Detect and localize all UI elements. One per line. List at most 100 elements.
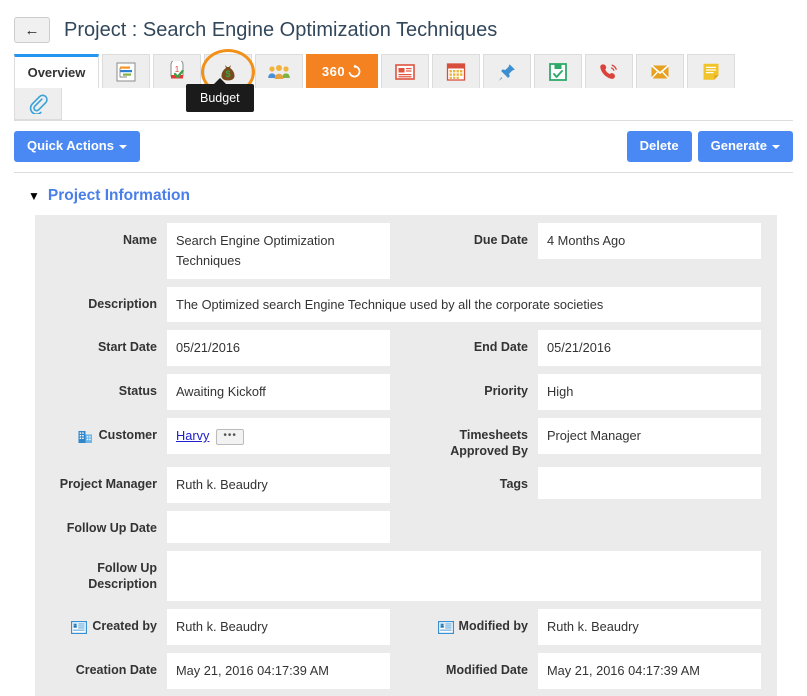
field-name: Name Search Engine Optimization Techniqu…: [35, 222, 406, 279]
tab-calls[interactable]: [585, 54, 633, 88]
chevron-down-icon[interactable]: ▼: [28, 190, 40, 202]
field-status: Status Awaiting Kickoff: [35, 374, 406, 411]
invoice-icon: [394, 62, 416, 82]
field-due-date: Due Date 4 Months Ago: [406, 222, 777, 279]
field-label-due-date: Due Date: [473, 232, 528, 247]
field-creation-date: Creation Date May 21, 2016 04:17:39 AM: [35, 652, 406, 689]
field-value-customer: Harvy •••: [167, 418, 390, 454]
generate-label: Generate: [710, 138, 767, 153]
field-value-tags[interactable]: [538, 467, 761, 500]
field-end-date: End Date 05/21/2016: [406, 330, 777, 367]
delete-button[interactable]: Delete: [626, 131, 692, 162]
field-value-follow-up-date[interactable]: [167, 511, 390, 544]
field-label-customer: Customer: [35, 418, 167, 444]
field-project-manager: Project Manager Ruth k. Beaudry: [35, 467, 406, 504]
task-checklist-icon: 1: [166, 60, 188, 83]
back-arrow-icon[interactable]: ←: [14, 17, 50, 43]
gantt-chart-icon: [115, 61, 137, 83]
action-toolbar: Quick Actions Delete Generate: [0, 121, 807, 172]
field-start-date: Start Date 05/21/2016: [35, 330, 406, 367]
svg-text:1: 1: [175, 65, 180, 74]
field-value-start-date[interactable]: 05/21/2016: [167, 330, 390, 367]
field-label-priority: Priority: [484, 384, 528, 399]
tab-emails[interactable]: [636, 54, 684, 88]
quick-actions-button[interactable]: Quick Actions: [14, 131, 140, 162]
tab-notes[interactable]: [687, 54, 735, 88]
tab-overview[interactable]: Overview: [14, 54, 99, 88]
field-label-start-date: Start Date: [97, 340, 157, 355]
field-label-name: Name: [122, 232, 157, 247]
form-row-creation-modified-date: Creation Date May 21, 2016 04:17:39 AM M…: [35, 652, 777, 689]
field-value-due-date[interactable]: 4 Months Ago: [538, 222, 761, 259]
form-row-follow-up-date: Follow Up Date: [35, 511, 777, 544]
form-row-name-duedate: Name Search Engine Optimization Techniqu…: [35, 222, 777, 279]
tab-attachments[interactable]: [14, 88, 62, 120]
field-modified-by: Modified by Ruth k. Beaudry: [406, 609, 777, 645]
note-icon: [700, 61, 722, 83]
tab-bar: Overview 1 $ 360 Budget: [0, 48, 807, 120]
page-title: Project : Search Engine Optimization Tec…: [64, 18, 498, 41]
field-label-project-manager: Project Manager: [59, 477, 157, 492]
svg-text:$: $: [225, 69, 230, 79]
field-label-modified-by-text: Modified by: [458, 619, 528, 634]
field-value-end-date[interactable]: 05/21/2016: [538, 330, 761, 367]
customer-more-button[interactable]: •••: [216, 429, 244, 446]
field-value-name[interactable]: Search Engine Optimization Techniques: [167, 222, 390, 279]
tab-gantt-chart[interactable]: [102, 54, 150, 88]
tab-team[interactable]: [255, 54, 303, 88]
field-modified-date: Modified Date May 21, 2016 04:17:39 AM: [406, 652, 777, 689]
field-value-timesheets-approved-by[interactable]: Project Manager: [538, 418, 761, 454]
field-label-follow-up-description: Follow Up Description: [88, 561, 157, 591]
field-value-follow-up-description[interactable]: [167, 551, 761, 602]
tab-pinned[interactable]: [483, 54, 531, 88]
field-follow-up-date: Follow Up Date: [35, 511, 406, 544]
form-row-customer-timesheets: Customer Harvy ••• Timesheets Approved By…: [35, 418, 777, 459]
pin-icon: [496, 61, 518, 83]
field-value-priority[interactable]: High: [538, 374, 761, 411]
field-value-project-manager[interactable]: Ruth k. Beaudry: [167, 467, 390, 504]
field-label-follow-up-date: Follow Up Date: [66, 521, 157, 536]
tab-360-label: 360: [321, 64, 346, 79]
calendar-icon: [445, 61, 467, 83]
page-header: ← Project : Search Engine Optimization T…: [0, 0, 807, 48]
tab-calendar[interactable]: [432, 54, 480, 88]
field-label-created-by: Created by: [35, 609, 167, 635]
360-view-icon: 360: [322, 64, 362, 79]
field-label-modified-date: Modified Date: [446, 662, 528, 677]
phone-call-icon: [598, 61, 620, 83]
field-value-description[interactable]: The Optimized search Engine Technique us…: [167, 286, 761, 323]
team-users-icon: [267, 62, 291, 82]
tab-row-primary: Overview 1 $ 360: [14, 54, 807, 88]
quick-actions-label: Quick Actions: [27, 138, 114, 153]
field-label-status: Status: [118, 384, 157, 399]
field-created-by: Created by Ruth k. Beaudry: [35, 609, 406, 645]
field-timesheets-approved-by: Timesheets Approved By Project Manager: [406, 418, 777, 459]
field-label-timesheets-approved-by: Timesheets Approved By: [450, 428, 528, 458]
tab-overview-label: Overview: [27, 65, 86, 80]
field-value-modified-date: May 21, 2016 04:17:39 AM: [538, 652, 761, 689]
tab-tasks[interactable]: 1: [153, 54, 201, 88]
field-description: Description The Optimized search Engine …: [35, 286, 777, 323]
tab-budget[interactable]: $: [204, 54, 252, 88]
field-label-modified-by: Modified by: [406, 609, 538, 635]
form-row-manager-tags: Project Manager Ruth k. Beaudry Tags: [35, 467, 777, 504]
tab-saved[interactable]: [534, 54, 582, 88]
field-label-tags: Tags: [499, 477, 528, 492]
section-header-project-information[interactable]: ▼ Project Information: [0, 173, 807, 215]
field-label-created-by-text: Created by: [92, 619, 157, 634]
field-customer: Customer Harvy •••: [35, 418, 406, 459]
chevron-down-icon: [118, 144, 127, 149]
tab-360-view[interactable]: 360: [306, 54, 378, 88]
section-title: Project Information: [47, 186, 190, 204]
field-tags: Tags: [406, 467, 777, 503]
generate-button[interactable]: Generate: [697, 131, 793, 162]
field-value-modified-by[interactable]: Ruth k. Beaudry: [538, 609, 761, 645]
customer-link[interactable]: Harvy: [176, 428, 209, 443]
field-label-end-date: End Date: [473, 340, 528, 355]
project-information-panel: Name Search Engine Optimization Techniqu…: [35, 214, 777, 696]
field-value-created-by[interactable]: Ruth k. Beaudry: [167, 609, 390, 645]
envelope-icon: [649, 62, 671, 82]
tab-invoices[interactable]: [381, 54, 429, 88]
field-value-creation-date: May 21, 2016 04:17:39 AM: [167, 652, 390, 689]
field-value-status[interactable]: Awaiting Kickoff: [167, 374, 390, 411]
